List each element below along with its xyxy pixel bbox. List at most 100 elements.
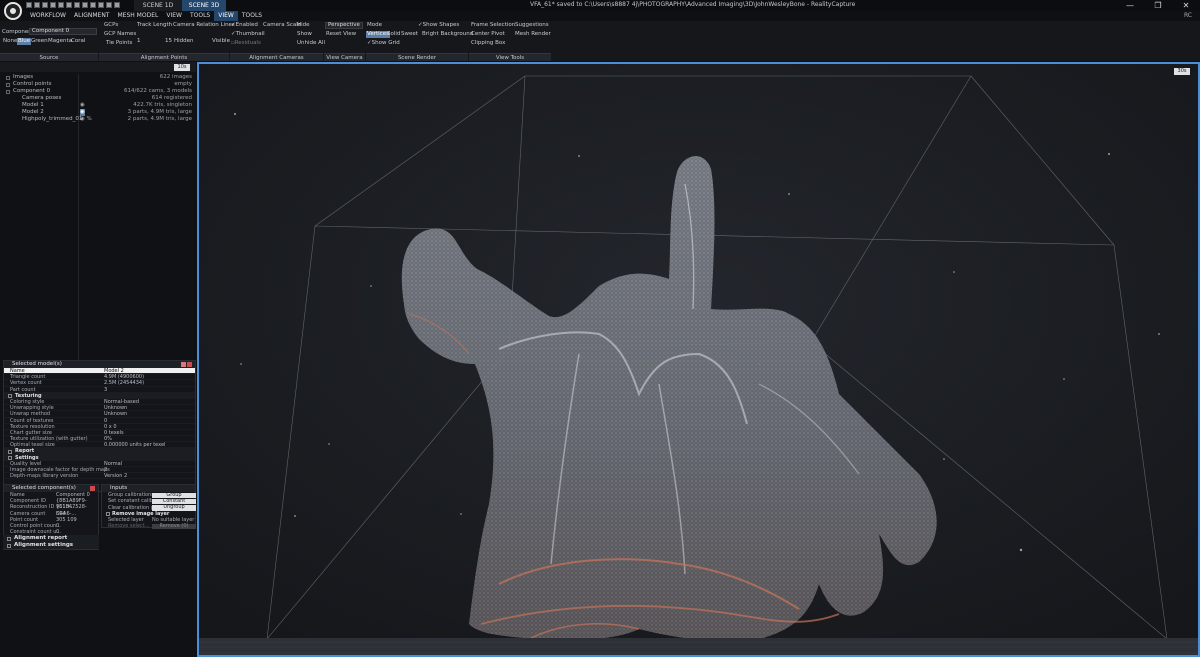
layout-icon[interactable] [26,2,32,8]
menu-workflow[interactable]: WORKFLOW [26,11,70,21]
show-grid-toggle[interactable]: ✓Show Grid [367,40,400,47]
bright-background-toggle[interactable]: Bright Background [422,31,473,38]
menu-alignment[interactable]: ALIGNMENT [70,11,113,21]
tie-points-toggle[interactable]: Tie Points [106,40,132,47]
tab-scene-3d[interactable]: SCENE 3D [182,0,226,11]
layout-icon[interactable] [74,2,80,8]
tree-row-model-2[interactable]: Model 2 ◉ 3 parts, 4.9M tris, large [0,109,196,116]
eye-icon[interactable]: ◉ [80,109,85,116]
camera-relation-lines[interactable]: Camera Relation Lines [173,22,235,29]
collapse-icon[interactable] [106,512,110,517]
show-button[interactable]: Show [297,31,312,38]
expand-icon[interactable] [6,83,10,87]
menu-tools[interactable]: TOOLS [186,11,214,21]
tree-value: 614/622 cams, 3 models [124,88,192,94]
layout-icon[interactable] [66,2,72,8]
user-badge[interactable]: RC [1184,12,1192,19]
left-panel: 10s Images 622 images Control points empty… [0,62,196,657]
menu-view[interactable]: VIEW [162,11,186,21]
expand-icon[interactable] [7,536,11,541]
menu-mesh-model[interactable]: MESH MODEL [113,11,162,21]
minimize-icon[interactable]: — [1116,0,1144,11]
collapse-icon[interactable] [6,90,10,94]
tree-row-model-1[interactable]: Model 1 ◉ 422.7K tris, singleton [0,102,196,109]
close-icon[interactable]: ✕ [1172,0,1200,11]
reset-view-button[interactable]: Reset View [326,31,356,38]
app-logo-icon[interactable] [4,2,22,20]
realitycapture-window: SCENE 1D SCENE 3D VFA_61* saved to C:\Us… [0,0,1200,657]
inputs-action-button[interactable]: Ungroup [152,505,196,511]
tree-value: 2 parts, 4.9M tris, large [127,116,192,122]
track-length-value[interactable]: 1 [137,38,141,45]
color-green[interactable]: Green [31,38,48,45]
component-select[interactable]: Component 0 [29,28,97,35]
mode-solid[interactable]: Solid [387,31,400,38]
projection-select[interactable]: Perspective [325,22,363,29]
frame-selection-button[interactable]: Frame Selection [471,22,515,29]
layout-icon[interactable] [82,2,88,8]
group-alignment-points: Alignment Points [99,53,229,61]
enabled-toggle[interactable]: ✓Enabled [231,22,258,29]
inputs-panel: Inputs Group calibrations... Group Set con… [101,484,196,530]
camera-scale-label: Camera Scale [263,22,302,28]
tree-value: 622 images [159,74,192,80]
scene-canvas[interactable] [199,64,1200,657]
pin-icon[interactable] [181,362,186,367]
tree-label: Component 0 [13,88,51,94]
tree-value: 3 parts, 4.9M tris, large [127,109,192,115]
tree-row-camera-poses[interactable]: Camera poses 614 registered [0,95,196,102]
expand-icon[interactable] [6,76,10,80]
layout-icon[interactable] [50,2,56,8]
tree-row-component-0[interactable]: Component 0 614/622 cams, 3 models [0,88,196,95]
hidden-value[interactable]: 15 [165,38,172,45]
tree-row-images[interactable]: Images 622 images [0,74,196,81]
layout-icon[interactable] [90,2,96,8]
inputs-action-button[interactable]: Remove (0) [152,523,196,530]
layout-icon[interactable] [114,2,120,8]
mesh-render-button[interactable]: Mesh Render [515,31,551,38]
expand-icon[interactable] [8,449,12,454]
timer-30s-button[interactable]: 30s [1174,68,1190,75]
center-pivot-button[interactable]: Center Pivot [471,31,505,38]
expand-icon[interactable] [8,456,12,461]
layout-icon[interactable] [58,2,64,8]
menu-tools-2[interactable]: TOOLS [238,11,266,21]
close-icon[interactable] [187,362,192,367]
layout-icon[interactable] [106,2,112,8]
3d-viewport[interactable]: 30s [197,62,1200,657]
residuals-toggle[interactable]: ▫Residuals [231,40,261,47]
unhide-all-button[interactable]: Unhide All [297,40,325,47]
property-row[interactable]: Depth-maps library version Version 2 [4,473,195,480]
color-coral[interactable]: Coral [71,38,85,45]
color-blue[interactable]: Blue [17,38,32,45]
eye-icon[interactable]: ◉ [80,102,85,109]
menu-view-active[interactable]: VIEW [214,11,238,21]
timer-10s-button[interactable]: 10s [174,64,190,71]
track-length-label: Track Length [137,22,173,28]
hide-button[interactable]: Hide [297,22,310,29]
tree-row-highpoly[interactable]: Highpoly_trimmed_01 ◉ % 2 parts, 4.9M tris… [0,116,196,123]
clipping-box-button[interactable]: Clipping Box [471,40,505,47]
restore-icon[interactable]: ❐ [1144,0,1172,11]
alignment-settings-section[interactable]: Alignment settings [3,542,99,549]
inputs-row[interactable]: Remove select... Remove (0) [102,523,196,530]
tab-scene-1d[interactable]: SCENE 1D [134,0,182,11]
thumbnail-toggle[interactable]: ✓Thumbnail [231,31,265,38]
expand-icon[interactable] [8,394,12,399]
close-icon[interactable] [90,486,95,491]
expand-icon[interactable] [7,543,11,548]
color-magenta[interactable]: Magenta [48,38,72,45]
alignment-report-section[interactable]: Alignment report [3,535,99,542]
gcps-toggle[interactable]: GCPs [104,22,118,29]
gcp-names-toggle[interactable]: GCP Names [104,31,136,38]
suggestions-button[interactable]: Suggestions [515,22,549,29]
layout-icon[interactable] [98,2,104,8]
layout-icon[interactable] [42,2,48,8]
inputs-key: Remove select... [108,523,150,530]
mode-sweet[interactable]: Sweet [401,31,418,38]
color-none[interactable]: None [3,38,17,45]
tree-row-control-points[interactable]: Control points empty [0,81,196,88]
eye-icon[interactable]: ◉ % [80,116,92,123]
layout-icon[interactable] [34,2,40,8]
show-shapes-toggle[interactable]: ✓Show Shapes [418,22,459,29]
